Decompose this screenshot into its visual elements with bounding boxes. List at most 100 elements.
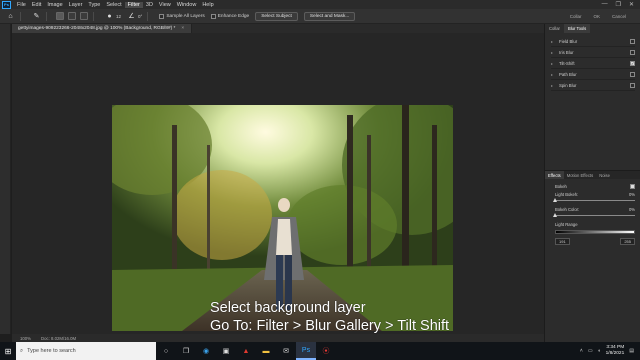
- add-to-selection-toggle[interactable]: [68, 12, 76, 20]
- menu-filter[interactable]: Filter: [124, 1, 143, 8]
- ok-label[interactable]: OK: [593, 14, 600, 19]
- subtract-from-selection-toggle[interactable]: [80, 12, 88, 20]
- tab-strip: [192, 24, 544, 33]
- task-view-icon[interactable]: ❐: [176, 342, 196, 360]
- divider: [46, 11, 47, 21]
- blur-item-spin[interactable]: ▸ Spin Blur: [551, 80, 635, 91]
- options-right-labels: Collar OK Cancel: [570, 14, 640, 19]
- menu-layer[interactable]: Layer: [66, 2, 86, 8]
- select-and-mask-button[interactable]: Select and Mask...: [303, 11, 356, 21]
- window-controls: — ❐ ✕: [602, 1, 640, 8]
- menu-view[interactable]: View: [156, 2, 174, 8]
- volume-icon[interactable]: ◖: [598, 348, 601, 354]
- blur-item-field[interactable]: ▸ Field Blur: [551, 36, 635, 47]
- menu-help[interactable]: Help: [199, 2, 216, 8]
- photoshop-logo-icon: Ps: [2, 0, 11, 9]
- blur-enable-checkbox[interactable]: [630, 71, 635, 77]
- store-icon[interactable]: ▣: [216, 342, 236, 360]
- light-range-gradient[interactable]: [555, 230, 635, 234]
- menu-window[interactable]: Window: [174, 2, 200, 8]
- close-button[interactable]: ✕: [629, 1, 634, 8]
- windows-start-icon[interactable]: ⊞: [0, 342, 16, 360]
- caption-line-2: Go To: Filter > Blur Gallery > Tilt Shif…: [210, 317, 450, 334]
- light-range-label: Light Range: [555, 221, 578, 227]
- edge-browser-icon[interactable]: ◉: [196, 342, 216, 360]
- menu-type[interactable]: Type: [85, 2, 103, 8]
- blur-item-label: Spin Blur: [559, 82, 577, 88]
- menu-select[interactable]: Select: [103, 2, 124, 8]
- light-bokeh-value[interactable]: 0%: [629, 192, 635, 197]
- acrobat-icon[interactable]: ▲: [236, 342, 256, 360]
- minimize-button[interactable]: —: [602, 1, 608, 8]
- range-low-field[interactable]: 191: [555, 238, 570, 245]
- document-size: Doc: 8.02M/16.0M: [41, 335, 77, 341]
- blur-item-tilt-shift[interactable]: ▸ Tilt-Shift ✓: [551, 58, 635, 69]
- bokeh-row: Bokeh: [555, 182, 635, 190]
- select-subject-button[interactable]: Select Subject: [255, 11, 298, 21]
- bokeh-color-value[interactable]: 0%: [629, 207, 635, 212]
- blur-enable-checkbox[interactable]: ✓: [630, 60, 635, 66]
- blur-item-label: Path Blur: [559, 71, 577, 77]
- tab-blur-tools[interactable]: Blur Tools: [563, 24, 591, 33]
- bokeh-color-label: Bokeh Color:: [555, 206, 580, 212]
- blur-item-iris[interactable]: ▸ Iris Blur: [551, 47, 635, 58]
- slider-knob[interactable]: [553, 213, 557, 217]
- menu-3d[interactable]: 3D: [143, 2, 156, 8]
- blur-item-path[interactable]: ▸ Path Blur: [551, 69, 635, 80]
- status-bar: 100% Doc: 8.02M/16.0M: [12, 334, 544, 342]
- tab-noise[interactable]: Noise: [596, 171, 613, 179]
- blur-enable-checkbox[interactable]: [630, 49, 635, 55]
- bokeh-color-slider[interactable]: [553, 213, 635, 218]
- taskbar-search[interactable]: ⌕ Type here to search: [16, 342, 156, 360]
- light-range-values: 191 255: [555, 238, 635, 245]
- file-explorer-icon[interactable]: ▬: [256, 342, 276, 360]
- brush-picker-icon[interactable]: ●: [105, 12, 114, 21]
- enhance-edge-label: Enhance Edge: [217, 13, 250, 19]
- quick-selection-tool-icon[interactable]: ✎: [32, 12, 41, 21]
- light-bokeh-slider[interactable]: [553, 198, 635, 203]
- document-tab[interactable]: gettyimages-909223266-2048x2048.jpg @ 10…: [12, 24, 192, 33]
- close-tab-icon[interactable]: ×: [181, 26, 184, 31]
- mail-icon[interactable]: ✉: [276, 342, 296, 360]
- windows-taskbar: ⊞ ⌕ Type here to search ○ ❐ ◉ ▣ ▲ ▬ ✉ Ps…: [0, 342, 640, 360]
- notifications-icon[interactable]: ▤: [629, 348, 634, 354]
- new-selection-toggle[interactable]: [56, 12, 64, 20]
- angle-icon[interactable]: ∠: [127, 12, 136, 21]
- maximize-button[interactable]: ❐: [616, 1, 621, 8]
- tab-collar[interactable]: Collar: [545, 24, 564, 33]
- blur-enable-checkbox[interactable]: [630, 82, 635, 88]
- menu-image[interactable]: Image: [44, 2, 65, 8]
- bokeh-checkbox[interactable]: [630, 183, 635, 189]
- cortana-icon[interactable]: ○: [156, 342, 176, 360]
- recorder-icon[interactable]: ⦿: [316, 342, 336, 360]
- document-title: gettyimages-909223266-2048x2048.jpg @ 10…: [18, 26, 176, 31]
- sample-all-layers-checkbox[interactable]: [159, 13, 165, 19]
- menu-edit[interactable]: Edit: [29, 2, 44, 8]
- blur-enable-checkbox[interactable]: [630, 38, 635, 44]
- range-high-field[interactable]: 255: [620, 238, 635, 245]
- slider-knob[interactable]: [553, 198, 557, 202]
- photo-canvas[interactable]: [112, 105, 453, 331]
- light-bokeh-label: Light Bokeh:: [555, 191, 579, 197]
- light-range-row: Light Range: [555, 220, 635, 228]
- divider: [147, 11, 149, 21]
- network-icon[interactable]: ▭: [588, 348, 593, 354]
- menu-file[interactable]: File: [14, 2, 29, 8]
- home-icon[interactable]: ⌂: [6, 12, 15, 21]
- enhance-edge-checkbox[interactable]: [210, 13, 216, 19]
- zoom-level[interactable]: 100%: [20, 336, 31, 341]
- blur-item-label: Iris Blur: [559, 49, 574, 55]
- collar-label[interactable]: Collar: [570, 14, 582, 19]
- photoshop-taskbar-icon[interactable]: Ps: [296, 342, 316, 360]
- cancel-label[interactable]: Cancel: [612, 14, 626, 19]
- angle-value[interactable]: 0°: [138, 14, 142, 19]
- clock-date: 1/8/2021: [605, 351, 625, 356]
- clock[interactable]: 3:34 PM 1/8/2021: [606, 345, 625, 357]
- tab-effects[interactable]: Effects: [545, 171, 564, 179]
- tab-motion-effects[interactable]: Motion Effects: [564, 171, 596, 179]
- canvas-area[interactable]: [12, 33, 544, 334]
- system-tray: ˄ ▭ ◖ 3:34 PM 1/8/2021 ▤: [580, 345, 640, 357]
- blur-tools-list: ▸ Field Blur ▸ Iris Blur ▸ Tilt-Shift ✓ …: [551, 36, 635, 91]
- blur-item-label: Tilt-Shift: [559, 60, 575, 66]
- show-hidden-icons-icon[interactable]: ˄: [580, 348, 583, 354]
